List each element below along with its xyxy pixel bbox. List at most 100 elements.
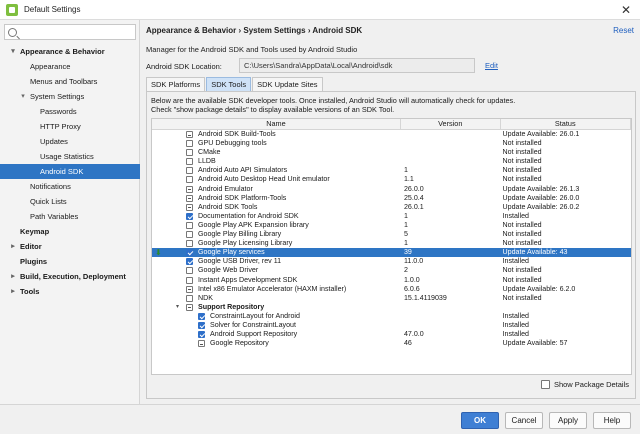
collapse-arrow-icon[interactable]: ▸ [9, 269, 17, 284]
sidebar-item[interactable]: Menus and Toolbars [0, 74, 140, 89]
table-row[interactable]: NDK 15.1.4119039 Not installed [152, 294, 631, 303]
sidebar-item[interactable]: Usage Statistics [0, 149, 140, 164]
row-checkbox[interactable] [186, 194, 193, 202]
row-checkbox[interactable] [186, 276, 193, 284]
sidebar-item[interactable]: ▸ Tools [0, 284, 140, 299]
table-row[interactable]: Google Repository 46 Update Available: 57 [152, 339, 631, 348]
reset-link[interactable]: Reset [613, 26, 634, 35]
collapse-arrow-icon[interactable]: ▸ [9, 284, 17, 299]
dialog-button-bar: OK Cancel Apply Help [0, 404, 640, 434]
table-row[interactable]: GPU Debugging tools Not installed [152, 139, 631, 148]
sidebar-item[interactable]: Notifications [0, 179, 140, 194]
table-row[interactable]: Google Play Billing Library 5 Not installe… [152, 230, 631, 239]
row-checkbox[interactable] [186, 140, 193, 148]
expand-arrow-icon[interactable]: ▾ [176, 303, 179, 312]
expand-arrow-icon[interactable]: ▾ [19, 89, 27, 104]
row-name-cell: Google Play APK Expansion library [152, 221, 401, 230]
sidebar-item[interactable]: Updates [0, 134, 140, 149]
row-checkbox[interactable] [186, 249, 193, 257]
row-checkbox[interactable] [186, 303, 193, 311]
apply-button[interactable]: Apply [549, 412, 587, 429]
search-box[interactable] [4, 24, 136, 40]
row-checkbox[interactable] [186, 185, 193, 193]
row-checkbox[interactable] [186, 231, 193, 239]
table-row[interactable]: Android SDK Tools 26.0.1 Update Available:… [152, 203, 631, 212]
table-row[interactable]: ConstraintLayout for Android Installed [152, 312, 631, 321]
row-name-cell: Android SDK Platform-Tools [152, 194, 401, 203]
row-name-cell: Google Play Billing Library [152, 230, 401, 239]
ok-button[interactable]: OK [461, 412, 499, 429]
row-checkbox[interactable] [198, 340, 205, 348]
row-name-label: Android Auto API Simulators [198, 166, 288, 175]
sidebar-item[interactable]: ▸ Build, Execution, Deployment [0, 269, 140, 284]
row-checkbox[interactable] [186, 240, 193, 248]
row-checkbox[interactable] [198, 312, 205, 320]
tab-sdk-platforms[interactable]: SDK Platforms [146, 77, 206, 91]
show-package-details[interactable]: Show Package Details [540, 380, 629, 389]
table-row[interactable]: ⬇ Google Play services 39 Update Available:… [152, 248, 631, 258]
sidebar-item[interactable]: Keymap [0, 224, 140, 239]
table-row[interactable]: Google USB Driver, rev 11 11.0.0 Installed [152, 257, 631, 266]
table-row[interactable]: Documentation for Android SDK 1 Installed [152, 212, 631, 221]
edit-link[interactable]: Edit [485, 61, 498, 70]
sdk-tools-panel: Below are the available SDK developer to… [146, 91, 636, 399]
table-row[interactable]: Google Web Driver 2 Not installed [152, 266, 631, 275]
row-version-cell: 1 [403, 166, 408, 175]
row-checkbox[interactable] [198, 331, 205, 339]
table-row[interactable]: LLDB Not installed [152, 157, 631, 166]
tab-sdk-tools[interactable]: SDK Tools [206, 77, 252, 91]
table-row[interactable]: Android SDK Build-Tools Update Available:… [152, 130, 631, 139]
table-row[interactable]: ▾ Support Repository [152, 303, 631, 312]
table-row[interactable]: Android Auto API Simulators 1 Not installe… [152, 166, 631, 175]
sidebar-item[interactable]: Quick Lists [0, 194, 140, 209]
show-package-details-checkbox[interactable] [540, 380, 550, 389]
search-input[interactable] [22, 27, 132, 37]
column-name-header[interactable]: Name [152, 119, 401, 129]
sdk-location-label: Android SDK Location: [146, 62, 222, 71]
table-row[interactable]: Android Auto Desktop Head Unit emulator 1… [152, 175, 631, 184]
row-checkbox[interactable] [186, 158, 193, 166]
sidebar-item[interactable]: Passwords [0, 104, 140, 119]
table-row[interactable]: CMake Not installed [152, 148, 631, 157]
row-checkbox[interactable] [186, 176, 193, 184]
sdk-location-field[interactable]: C:\Users\Sandra\AppData\Local\Android\sd… [239, 58, 475, 73]
row-version-cell: 1.1 [403, 175, 414, 184]
row-checkbox[interactable] [186, 131, 193, 138]
sidebar-item[interactable]: Appearance [0, 59, 140, 74]
table-row[interactable]: Google Play Licensing Library 1 Not instal… [152, 239, 631, 248]
table-row[interactable]: Intel x86 Emulator Accelerator (HAXM ins… [152, 285, 631, 294]
table-row[interactable]: Solver for ConstraintLayout Installed [152, 321, 631, 330]
column-version-header[interactable]: Version [401, 119, 501, 129]
sidebar-item[interactable]: Plugins [0, 254, 140, 269]
row-checkbox[interactable] [186, 221, 193, 229]
row-status-cell: Not installed [502, 275, 542, 284]
sidebar-item[interactable]: HTTP Proxy [0, 119, 140, 134]
row-checkbox[interactable] [186, 267, 193, 275]
row-name-cell: Google Web Driver [152, 266, 401, 275]
cancel-button[interactable]: Cancel [505, 412, 543, 429]
table-row[interactable]: Google Play APK Expansion library 1 Not in… [152, 221, 631, 230]
row-checkbox[interactable] [186, 203, 193, 211]
table-row[interactable]: Instant Apps Development SDK 1.0.0 Not ins… [152, 276, 631, 285]
row-checkbox[interactable] [186, 294, 193, 302]
sidebar-item[interactable]: Path Variables [0, 209, 140, 224]
sidebar-item[interactable]: ▾ Appearance & Behavior [0, 44, 140, 59]
row-checkbox[interactable] [198, 321, 205, 329]
table-row[interactable]: Android SDK Platform-Tools 25.0.4 Update A… [152, 194, 631, 203]
expand-arrow-icon[interactable]: ▾ [9, 44, 17, 59]
table-row[interactable]: Android Emulator 26.0.0 Update Available: … [152, 185, 631, 194]
sidebar-item[interactable]: Android SDK [0, 164, 140, 179]
sidebar-item[interactable]: ▾ System Settings [0, 89, 140, 104]
row-checkbox[interactable] [186, 212, 193, 220]
close-icon[interactable]: ✕ [618, 2, 634, 18]
row-checkbox[interactable] [186, 149, 193, 157]
help-button[interactable]: Help [593, 412, 631, 429]
tab-sdk-update-sites[interactable]: SDK Update Sites [252, 77, 323, 91]
row-checkbox[interactable] [186, 167, 193, 175]
sidebar-item[interactable]: ▸ Editor [0, 239, 140, 254]
table-row[interactable]: Android Support Repository 47.0.0 Installe… [152, 330, 631, 339]
collapse-arrow-icon[interactable]: ▸ [9, 239, 17, 254]
row-checkbox[interactable] [186, 258, 193, 266]
row-checkbox[interactable] [186, 285, 193, 293]
column-status-header[interactable]: Status [501, 119, 631, 129]
